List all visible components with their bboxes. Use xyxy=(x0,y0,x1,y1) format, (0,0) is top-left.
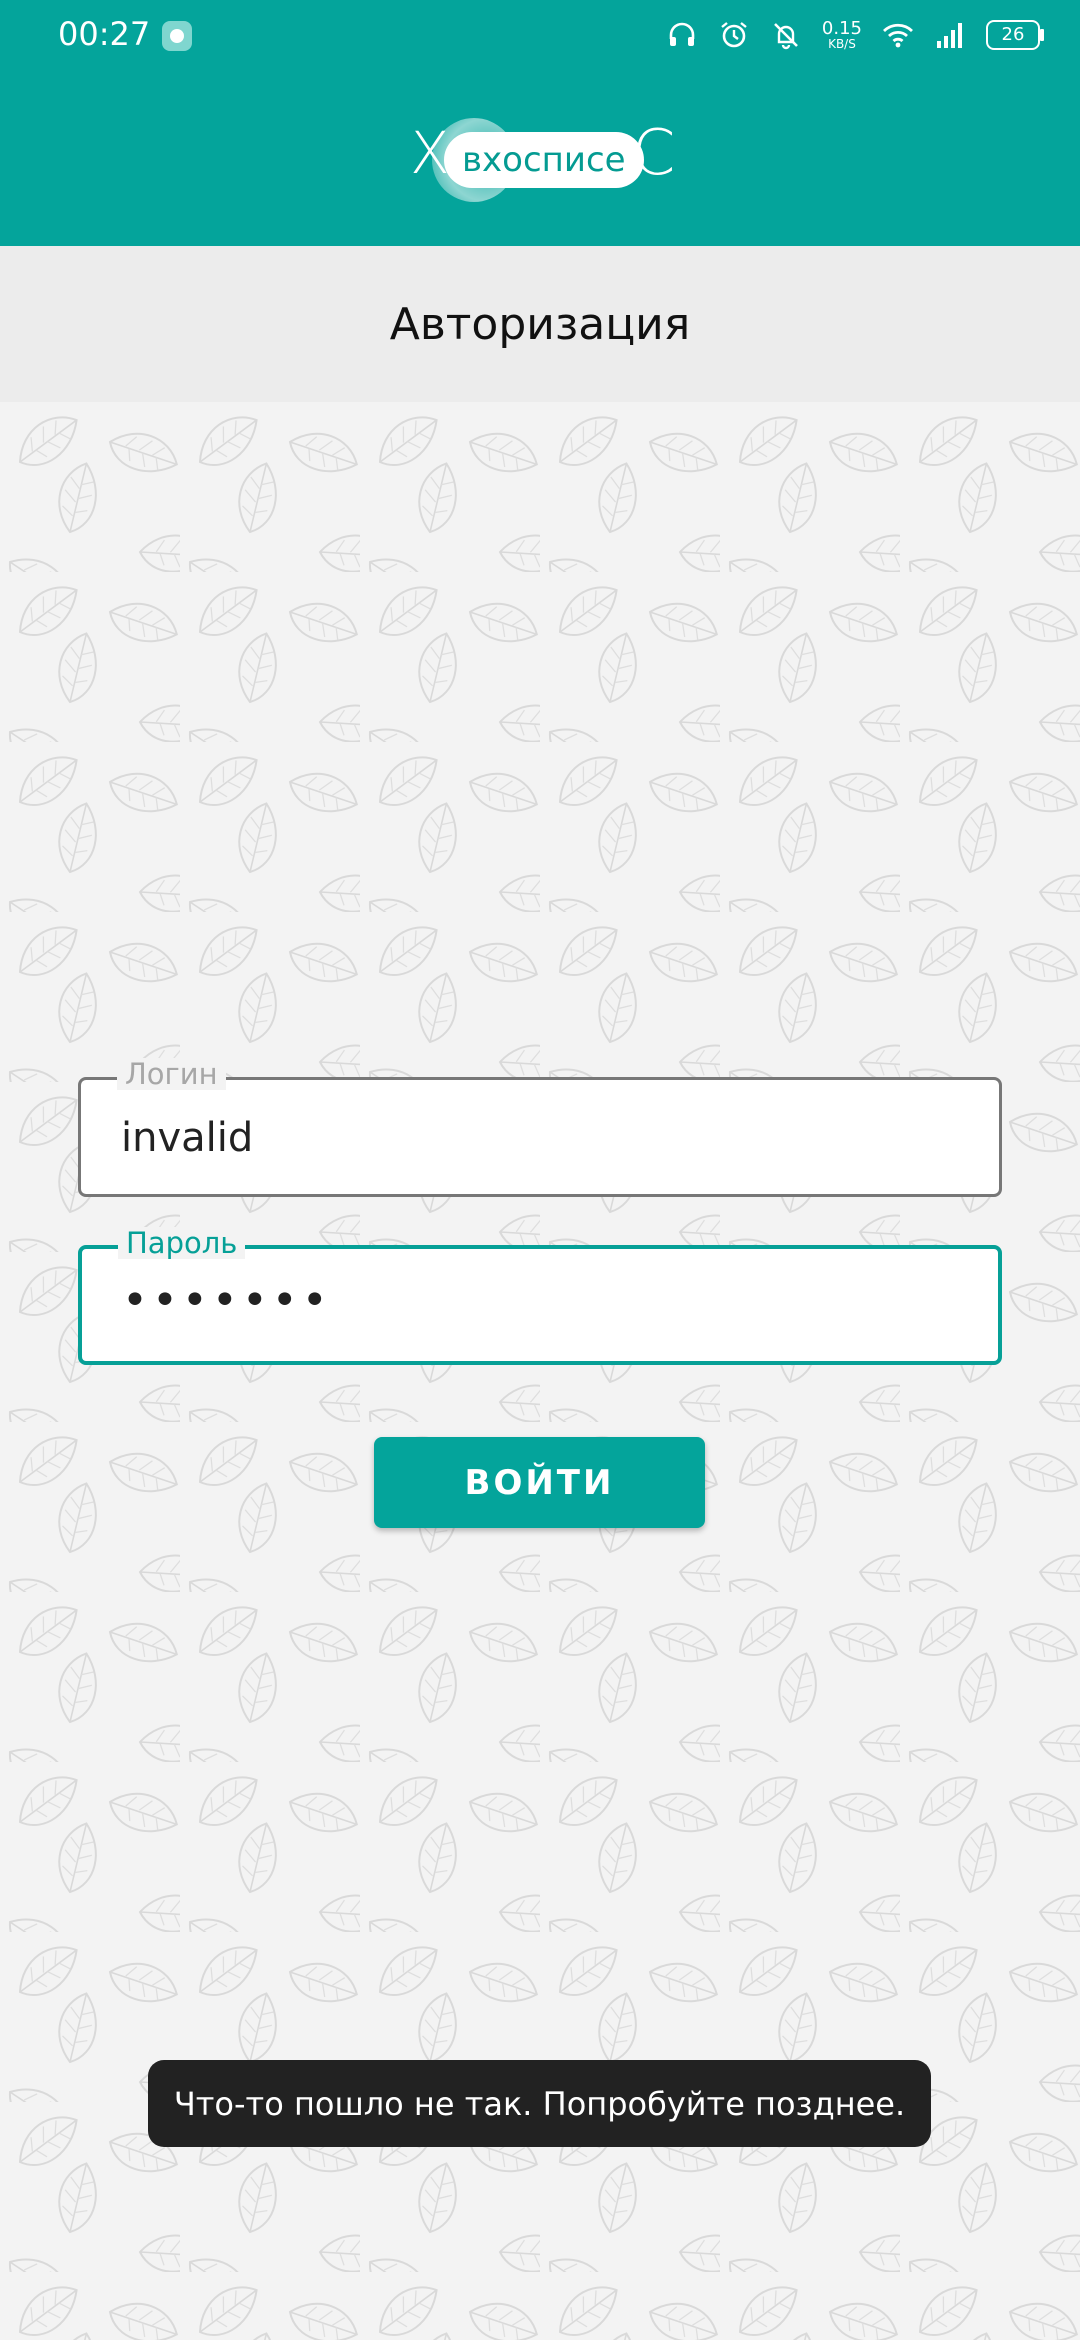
signal-icon xyxy=(937,23,962,48)
login-field[interactable]: Логин invalid xyxy=(78,1058,1002,1197)
leaf-pattern-icon xyxy=(0,402,1080,2340)
headphones-icon xyxy=(669,22,695,46)
network-speed-value: 0.15 xyxy=(821,18,862,39)
password-input[interactable]: ••••••• xyxy=(122,1273,332,1329)
login-label: Логин xyxy=(117,1058,226,1090)
status-icons: 0.15 KB/S 26 xyxy=(666,14,1044,56)
page-title-bar: Авторизация xyxy=(0,246,1080,402)
password-label: Пароль xyxy=(118,1227,246,1259)
battery-icon: 26 xyxy=(986,20,1044,50)
app-logo: Х С вхосписе xyxy=(410,112,675,202)
password-field[interactable]: Пароль ••••••• xyxy=(78,1227,1002,1365)
error-toast: Что-то пошло не так. Попробуйте позднее. xyxy=(148,2060,931,2147)
status-time: 00:27 xyxy=(58,15,151,53)
toast-message: Что-то пошло не так. Попробуйте позднее. xyxy=(173,2084,906,2123)
alarm-icon xyxy=(721,22,747,48)
message-icon xyxy=(162,21,192,51)
muted-bell-icon xyxy=(774,23,798,50)
battery-level: 26 xyxy=(1001,24,1025,45)
leaf-background xyxy=(0,402,1080,2340)
login-input[interactable]: invalid xyxy=(121,1110,253,1166)
app-header: 00:27 0.15 KB/S 26 Х С вхосписе xyxy=(0,0,1080,246)
network-speed-unit: KB/S xyxy=(828,37,856,51)
status-bar: 00:27 0.15 KB/S 26 xyxy=(0,0,1080,70)
page-title: Авторизация xyxy=(389,298,691,350)
wifi-icon xyxy=(883,23,913,48)
network-speed: 0.15 KB/S xyxy=(821,18,862,51)
login-button[interactable]: ВОЙТИ xyxy=(374,1437,705,1528)
logo-text: вхосписе xyxy=(444,132,644,188)
